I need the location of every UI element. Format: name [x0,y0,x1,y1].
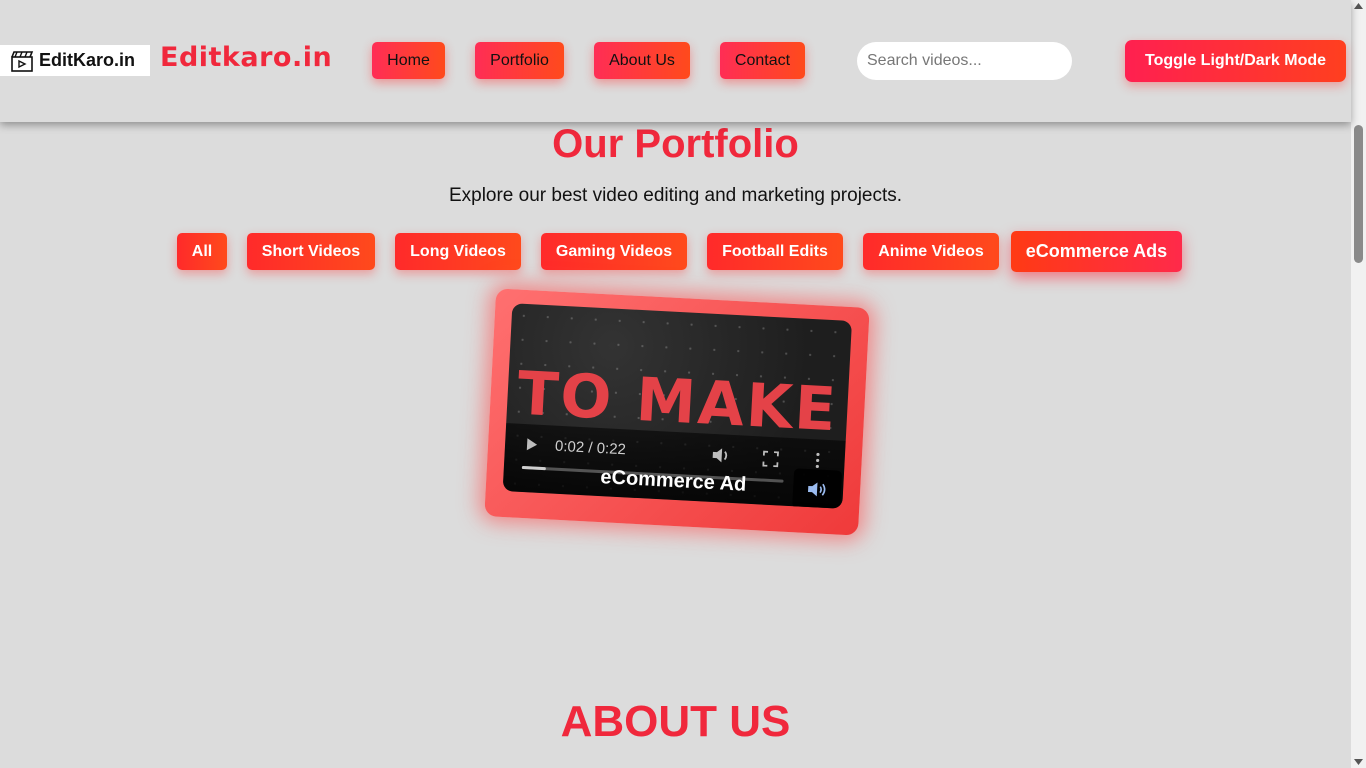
filter-long-videos-button[interactable]: Long Videos [395,233,521,270]
theme-toggle-button[interactable]: Toggle Light/Dark Mode [1125,40,1346,82]
filter-anime-videos-button[interactable]: Anime Videos [863,233,999,270]
nav-contact-button[interactable]: Contact [720,42,805,79]
logo-text: EditKaro.in [39,50,136,70]
video-time: 0:02 / 0:22 [554,437,627,459]
portfolio-title: Our Portfolio [552,122,799,166]
scroll-up-arrow-icon[interactable] [1354,3,1363,9]
site-header: EditKaro.in Editkaro.in Home Portfolio A… [0,0,1351,122]
scroll-down-arrow-icon[interactable] [1354,759,1363,765]
video-card[interactable]: TO MAKE 0:02 / 0:22 eCommerce Ad [484,288,870,536]
brand-name[interactable]: Editkaro.in [160,42,332,73]
vertical-scrollbar[interactable] [1351,0,1366,768]
filter-gaming-videos-button[interactable]: Gaming Videos [541,233,687,270]
filter-ecommerce-ads-button[interactable]: eCommerce Ads [1011,231,1182,272]
portfolio-subtitle: Explore our best video editing and marke… [448,185,903,206]
filter-all-button[interactable]: All [177,233,227,270]
video-player[interactable]: TO MAKE 0:02 / 0:22 eCommerce Ad [502,303,853,509]
logo[interactable]: EditKaro.in [0,45,150,76]
more-options-icon[interactable] [814,451,821,469]
nav-about-button[interactable]: About Us [594,42,690,79]
play-icon[interactable] [525,436,540,453]
search-input[interactable] [857,42,1072,80]
speaker-icon [807,482,826,497]
filter-football-edits-button[interactable]: Football Edits [707,233,843,270]
mute-toggle-button[interactable] [792,468,843,509]
filter-short-videos-button[interactable]: Short Videos [247,233,375,270]
clapperboard-icon [11,50,34,72]
about-title: ABOUT US [560,697,791,746]
nav-portfolio-button[interactable]: Portfolio [475,42,564,79]
nav-home-button[interactable]: Home [372,42,445,79]
scrollbar-thumb[interactable] [1354,125,1363,263]
volume-icon[interactable] [710,446,731,465]
fullscreen-icon[interactable] [762,450,779,468]
